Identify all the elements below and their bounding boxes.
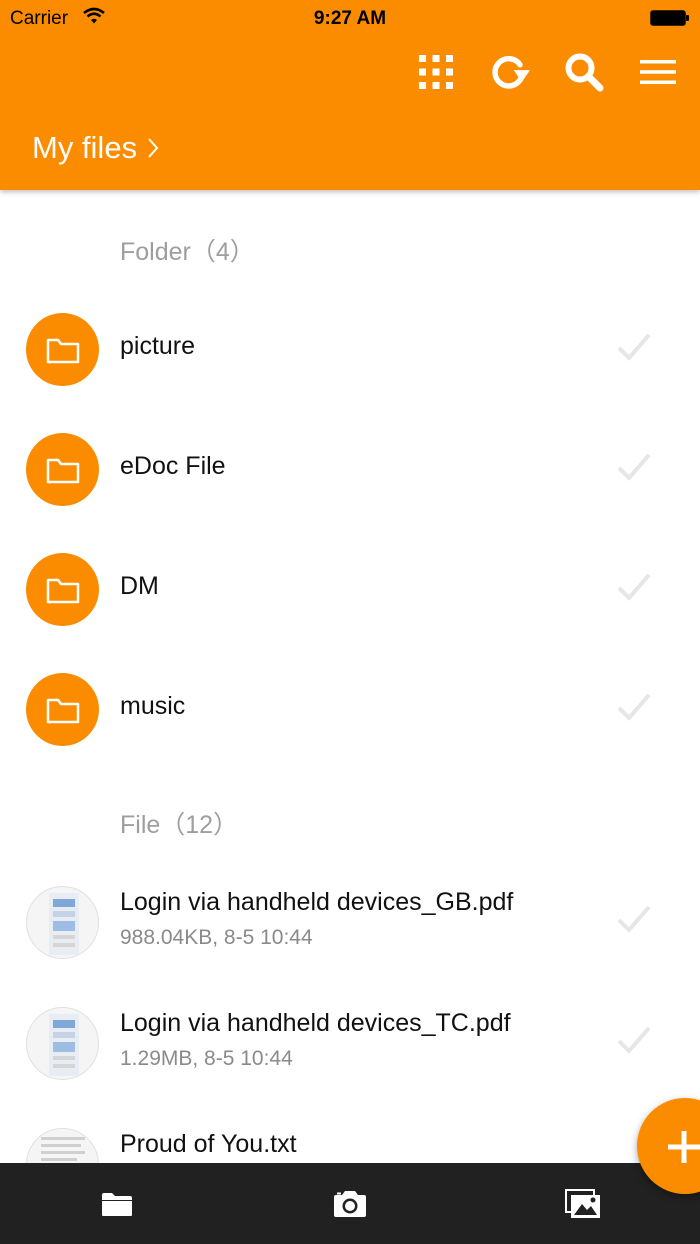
gallery-icon: [565, 1188, 601, 1218]
check-icon[interactable]: [616, 572, 652, 602]
file-name: Proud of You.txt: [120, 1130, 297, 1158]
camera-icon: [333, 1190, 366, 1217]
folder-avatar: [26, 553, 99, 626]
app-header: Carrier 9:27 AM My files: [0, 0, 700, 190]
refresh-button[interactable]: [490, 52, 530, 92]
battery-icon: [650, 10, 690, 26]
check-icon[interactable]: [616, 904, 652, 934]
file-thumbnail: [26, 886, 99, 959]
folder-icon: [46, 458, 79, 483]
bottom-camera-button[interactable]: [233, 1163, 466, 1244]
check-icon[interactable]: [616, 452, 652, 482]
check-icon[interactable]: [616, 332, 652, 362]
folder-name: DM: [120, 572, 159, 600]
search-button[interactable]: [564, 52, 604, 92]
refresh-icon: [492, 56, 530, 89]
file-thumbnail: [26, 1128, 99, 1163]
bottom-toolbar: [0, 1163, 700, 1244]
file-row[interactable]: Login via handheld devices_TC.pdf 1.29MB…: [0, 983, 700, 1103]
folder-row[interactable]: DM: [0, 530, 700, 650]
check-icon[interactable]: [616, 692, 652, 722]
folder-icon: [46, 338, 79, 363]
file-meta: 988.04KB, 8-5 10:44: [120, 926, 313, 949]
breadcrumb-label: My files: [32, 130, 138, 165]
file-name: Login via handheld devices_GB.pdf: [120, 888, 514, 916]
status-bar: Carrier 9:27 AM: [0, 0, 700, 36]
bottom-folder-button[interactable]: [0, 1163, 233, 1244]
folder-avatar: [26, 433, 99, 506]
folder-section-title: Folder（4）: [120, 238, 255, 266]
folder-row[interactable]: eDoc File: [0, 410, 700, 530]
folder-name: eDoc File: [120, 452, 226, 480]
menu-button[interactable]: [638, 52, 678, 92]
plus-icon: [668, 1131, 700, 1163]
header-toolbar: [416, 52, 678, 92]
menu-icon: [640, 60, 676, 84]
search-icon: [565, 53, 604, 92]
file-list[interactable]: Folder（4） picture eDoc File DM music Fil…: [0, 190, 700, 1163]
chevron-right-icon: [148, 138, 159, 158]
folder-avatar: [26, 313, 99, 386]
file-row[interactable]: Login via handheld devices_GB.pdf 988.04…: [0, 862, 700, 982]
file-section-title: File（12）: [120, 811, 239, 839]
check-icon[interactable]: [616, 1025, 652, 1055]
folder-row[interactable]: picture: [0, 290, 700, 410]
folder-icon: [101, 1192, 132, 1216]
breadcrumb[interactable]: My files: [32, 130, 159, 166]
grid-view-button[interactable]: [416, 52, 456, 92]
folder-name: picture: [120, 332, 196, 360]
status-time: 9:27 AM: [313, 8, 387, 29]
grid-icon: [419, 55, 453, 89]
file-meta: 1.29MB, 8-5 10:44: [120, 1047, 293, 1070]
folder-name: music: [120, 692, 186, 720]
folder-row[interactable]: music: [0, 650, 700, 770]
file-row[interactable]: Proud of You.txt: [0, 1104, 700, 1163]
file-thumbnail: [26, 1007, 99, 1080]
folder-icon: [46, 698, 79, 723]
folder-icon: [46, 578, 79, 603]
file-name: Login via handheld devices_TC.pdf: [120, 1009, 511, 1037]
folder-avatar: [26, 673, 99, 746]
